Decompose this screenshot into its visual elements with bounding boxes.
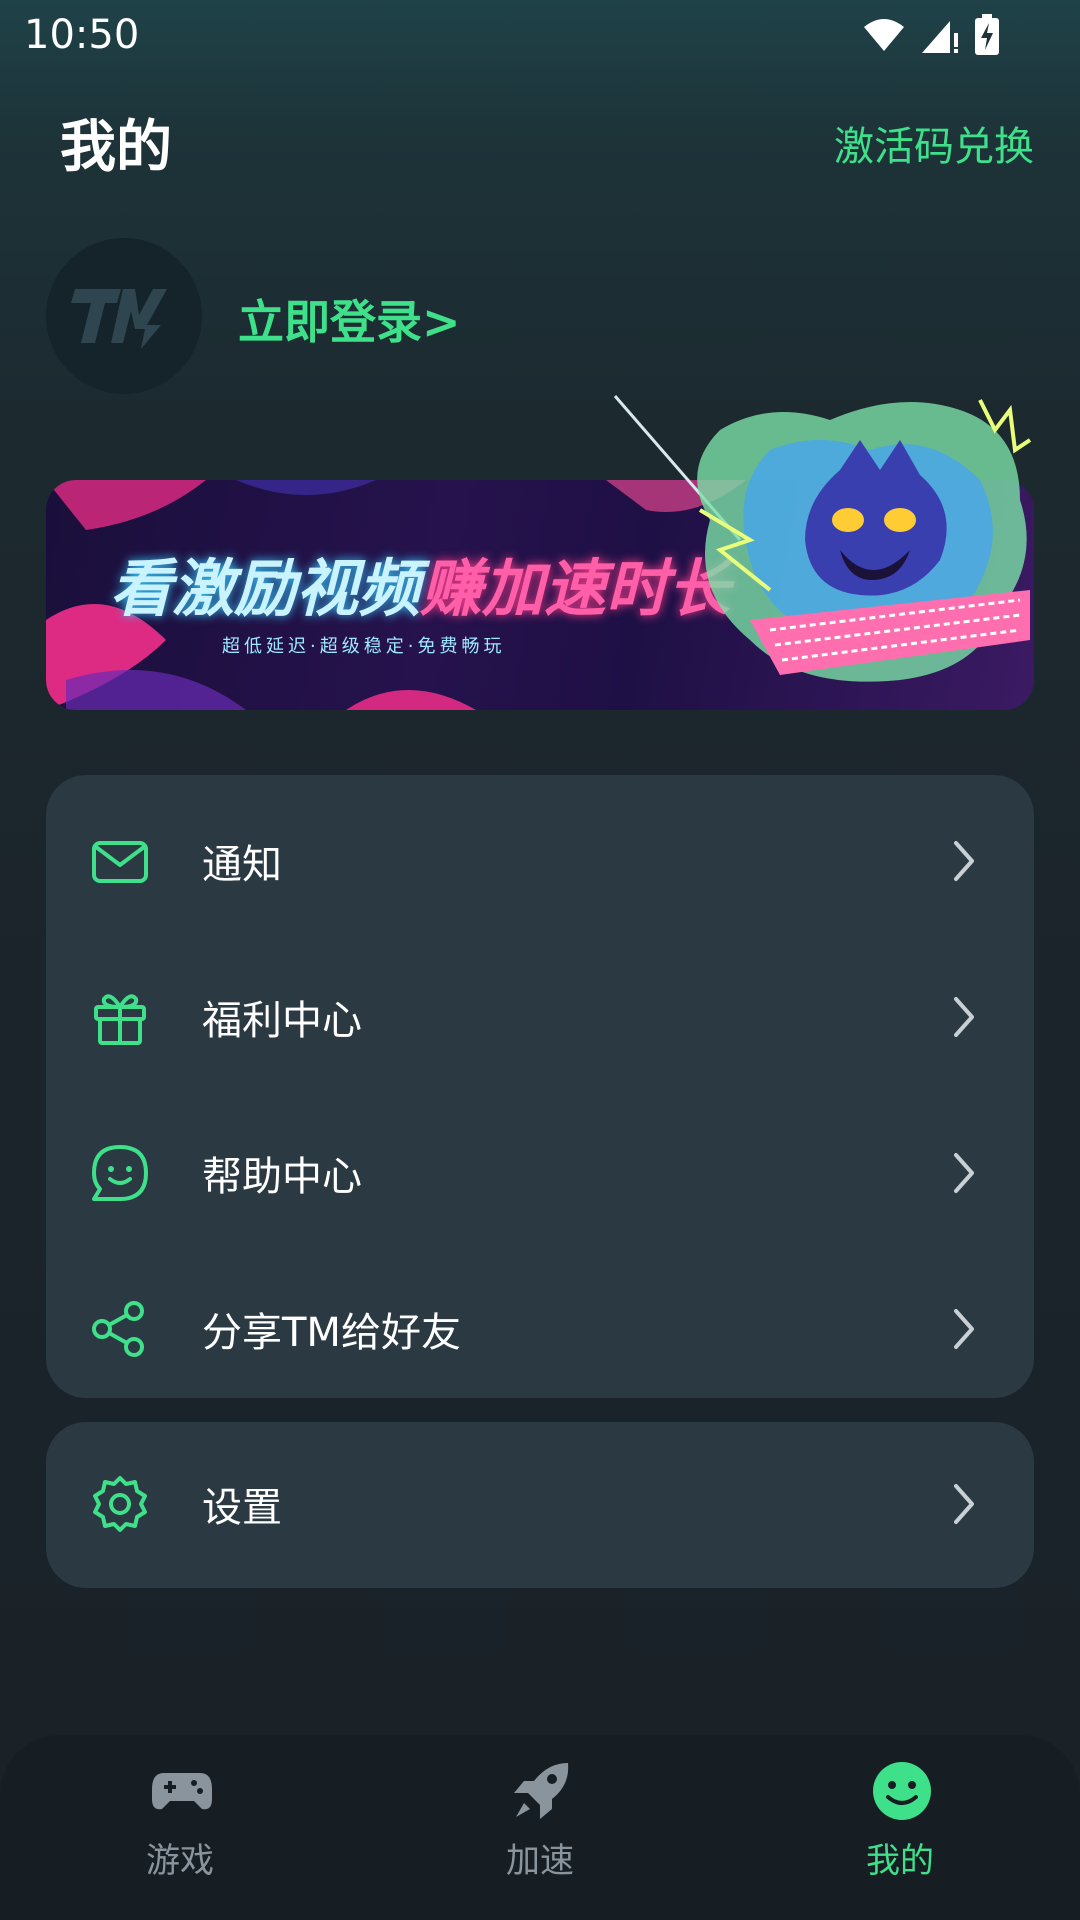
tab-accelerate[interactable]: 加速 (440, 1759, 640, 1889)
menu-item-settings[interactable]: 设置 (46, 1426, 1034, 1582)
menu-card: 通知 福利中心 帮助中心 分享TM给好友 (46, 775, 1034, 1398)
battery-icon (975, 14, 999, 55)
gamepad-icon (152, 1773, 212, 1810)
chevron-right-icon (954, 997, 974, 1037)
tm-logo-icon (71, 289, 167, 349)
menu-item-help-center[interactable]: 帮助中心 (46, 1095, 1034, 1251)
wifi-icon (864, 19, 904, 51)
banner-title-part1: 看激励视频 (110, 552, 421, 625)
login-button[interactable]: 立即登录> (238, 286, 461, 352)
signal-icon (922, 21, 958, 53)
share-icon (92, 1301, 144, 1357)
chevron-right-icon (954, 1309, 974, 1349)
banner-subtitle: 超低延迟·超级稳定·免费畅玩 (222, 636, 506, 657)
menu-item-label: 福利中心 (202, 998, 362, 1044)
rocket-icon (514, 1763, 569, 1819)
tab-label: 游戏 (146, 1841, 214, 1881)
tab-label: 加速 (506, 1841, 574, 1881)
chat-smile-icon (92, 1145, 148, 1201)
menu-item-notifications[interactable]: 通知 (46, 783, 1034, 939)
chevron-right-icon (954, 1484, 974, 1524)
mail-icon (92, 841, 148, 883)
monster-mascot-art (613, 395, 1032, 682)
status-time: 10:50 (24, 12, 140, 58)
tab-games[interactable]: 游戏 (80, 1759, 280, 1889)
menu-item-label: 通知 (202, 842, 282, 888)
gift-icon (94, 994, 146, 1045)
page-title: 我的 (60, 115, 172, 180)
menu-item-share[interactable]: 分享TM给好友 (46, 1251, 1034, 1407)
tab-label: 我的 (866, 1841, 934, 1881)
menu-item-welfare-center[interactable]: 福利中心 (46, 939, 1034, 1095)
avatar[interactable] (46, 238, 202, 394)
redeem-code-button[interactable]: 激活码兑换 (834, 114, 1034, 172)
menu-item-label: 分享TM给好友 (202, 1310, 461, 1356)
status-bar: 10:50 (0, 0, 1080, 72)
smiley-icon (873, 1762, 931, 1820)
gear-icon (93, 1476, 147, 1532)
menu-item-label: 帮助中心 (202, 1154, 362, 1200)
status-icons (862, 14, 1000, 56)
bottom-tab-bar: 游戏 加速 我的 (0, 1735, 1080, 1920)
chevron-right-icon (954, 1153, 974, 1193)
menu-item-label: 设置 (202, 1485, 282, 1531)
tab-mine[interactable]: 我的 (800, 1759, 1000, 1889)
settings-card: 设置 (46, 1422, 1034, 1588)
chevron-right-icon (954, 841, 974, 881)
